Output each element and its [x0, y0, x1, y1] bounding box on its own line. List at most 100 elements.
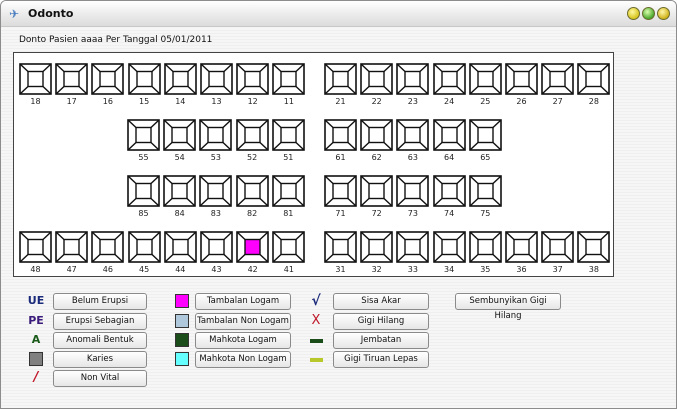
tooth-46[interactable]: 46 — [91, 231, 125, 275]
tooth-diagram[interactable] — [127, 119, 160, 151]
legend-button-tambalan-logam[interactable]: Tambalan Logam — [195, 293, 291, 310]
tooth-45[interactable]: 45 — [127, 231, 161, 275]
tooth-diagram[interactable] — [200, 231, 233, 263]
tooth-diagram[interactable] — [505, 63, 538, 95]
tooth-diagram[interactable] — [396, 231, 430, 263]
tooth-34[interactable]: 34 — [432, 231, 466, 275]
tooth-21[interactable]: 21 — [324, 63, 357, 107]
tooth-42[interactable]: 42 — [236, 231, 269, 275]
tooth-diagram[interactable] — [432, 231, 466, 263]
hide-missing-teeth-button[interactable]: Sembunyikan Gigi Hilang — [455, 293, 561, 321]
tooth-24[interactable]: 24 — [432, 63, 466, 107]
tooth-43[interactable]: 43 — [200, 231, 233, 275]
tooth-diagram[interactable] — [19, 63, 52, 95]
legend-button-gigi-tiruan-lepas[interactable]: Gigi Tiruan Lepas — [333, 351, 429, 368]
tooth-72[interactable]: 72 — [360, 175, 393, 219]
tooth-diagram[interactable] — [396, 175, 430, 207]
tooth-diagram[interactable] — [360, 175, 393, 207]
minimize-button[interactable] — [627, 7, 640, 20]
tooth-diagram[interactable] — [324, 231, 357, 263]
tooth-82[interactable]: 82 — [235, 175, 269, 219]
tooth-diagram[interactable] — [324, 175, 357, 207]
tooth-diagram[interactable] — [577, 63, 611, 95]
tooth-diagram[interactable] — [541, 231, 574, 263]
tooth-diagram[interactable] — [468, 231, 502, 263]
tooth-36[interactable]: 36 — [505, 231, 538, 275]
tooth-diagram[interactable] — [127, 231, 161, 263]
tooth-13[interactable]: 13 — [200, 63, 233, 107]
tooth-27[interactable]: 27 — [541, 63, 574, 107]
tooth-diagram[interactable] — [468, 119, 502, 151]
tooth-diagram[interactable] — [163, 119, 196, 151]
tooth-diagram[interactable] — [577, 231, 611, 263]
tooth-73[interactable]: 73 — [396, 175, 430, 219]
close-button[interactable] — [657, 7, 670, 20]
tooth-17[interactable]: 17 — [55, 63, 88, 107]
tooth-diagram[interactable] — [235, 119, 269, 151]
tooth-diagram[interactable] — [91, 231, 125, 263]
tooth-11[interactable]: 11 — [272, 63, 306, 107]
tooth-diagram[interactable] — [91, 63, 125, 95]
tooth-47[interactable]: 47 — [55, 231, 88, 275]
legend-button-erupsi-sebagian[interactable]: Erupsi Sebagian — [53, 313, 147, 330]
tooth-diagram[interactable] — [236, 231, 269, 263]
tooth-diagram[interactable] — [324, 63, 357, 95]
legend-button-mahkota-non-logam[interactable]: Mahkota Non Logam — [195, 351, 291, 368]
tooth-diagram[interactable] — [360, 63, 393, 95]
tooth-diagram[interactable] — [396, 63, 430, 95]
tooth-diagram[interactable] — [432, 63, 466, 95]
tooth-diagram[interactable] — [541, 63, 574, 95]
legend-button-tambalan-non-logam[interactable]: Tambalan Non Logam — [195, 313, 291, 330]
tooth-12[interactable]: 12 — [236, 63, 269, 107]
tooth-74[interactable]: 74 — [432, 175, 466, 219]
tooth-14[interactable]: 14 — [163, 63, 197, 107]
tooth-diagram[interactable] — [432, 119, 466, 151]
legend-button-gigi-hilang[interactable]: Gigi Hilang — [333, 313, 429, 330]
tooth-diagram[interactable] — [235, 175, 269, 207]
tooth-diagram[interactable] — [271, 119, 305, 151]
tooth-diagram[interactable] — [127, 63, 161, 95]
tooth-18[interactable]: 18 — [19, 63, 52, 107]
tooth-81[interactable]: 81 — [271, 175, 305, 219]
tooth-26[interactable]: 26 — [505, 63, 538, 107]
legend-button-karies[interactable]: Karies — [53, 351, 147, 368]
tooth-diagram[interactable] — [199, 175, 233, 207]
tooth-61[interactable]: 61 — [324, 119, 357, 163]
legend-button-non-vital[interactable]: Non Vital — [53, 370, 147, 387]
legend-button-belum-erupsi[interactable]: Belum Erupsi — [53, 293, 147, 310]
maximize-button[interactable] — [642, 7, 655, 20]
tooth-44[interactable]: 44 — [163, 231, 197, 275]
tooth-diagram[interactable] — [200, 63, 233, 95]
tooth-62[interactable]: 62 — [360, 119, 393, 163]
tooth-diagram[interactable] — [163, 175, 196, 207]
tooth-75[interactable]: 75 — [468, 175, 502, 219]
tooth-diagram[interactable] — [163, 231, 197, 263]
tooth-53[interactable]: 53 — [199, 119, 233, 163]
tooth-37[interactable]: 37 — [541, 231, 574, 275]
tooth-25[interactable]: 25 — [468, 63, 502, 107]
tooth-54[interactable]: 54 — [163, 119, 196, 163]
tooth-51[interactable]: 51 — [271, 119, 305, 163]
tooth-diagram[interactable] — [236, 63, 269, 95]
tooth-diagram[interactable] — [199, 119, 233, 151]
tooth-diagram[interactable] — [55, 63, 88, 95]
tooth-16[interactable]: 16 — [91, 63, 125, 107]
tooth-diagram[interactable] — [324, 119, 357, 151]
tooth-35[interactable]: 35 — [468, 231, 502, 275]
tooth-55[interactable]: 55 — [127, 119, 160, 163]
tooth-diagram[interactable] — [360, 231, 393, 263]
tooth-84[interactable]: 84 — [163, 175, 196, 219]
tooth-63[interactable]: 63 — [396, 119, 430, 163]
tooth-28[interactable]: 28 — [577, 63, 611, 107]
tooth-23[interactable]: 23 — [396, 63, 430, 107]
tooth-diagram[interactable] — [505, 231, 538, 263]
legend-button-sisa-akar[interactable]: Sisa Akar — [333, 293, 429, 310]
tooth-83[interactable]: 83 — [199, 175, 233, 219]
tooth-diagram[interactable] — [272, 231, 306, 263]
tooth-diagram[interactable] — [396, 119, 430, 151]
tooth-41[interactable]: 41 — [272, 231, 306, 275]
tooth-64[interactable]: 64 — [432, 119, 466, 163]
tooth-33[interactable]: 33 — [396, 231, 430, 275]
tooth-15[interactable]: 15 — [127, 63, 161, 107]
tooth-65[interactable]: 65 — [468, 119, 502, 163]
